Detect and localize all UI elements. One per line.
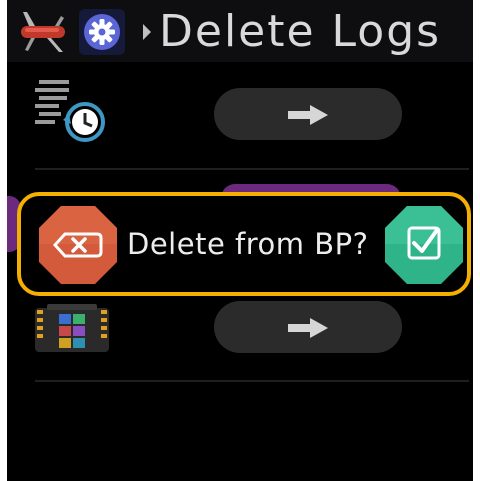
gear-icon <box>84 14 120 50</box>
cancel-button[interactable] <box>37 204 119 286</box>
dialog-prompt: Delete from BP? <box>127 227 369 261</box>
row-divider <box>35 168 469 170</box>
chevron-right-icon <box>143 24 151 40</box>
swiss-army-knife-icon <box>21 12 65 52</box>
color-grid-device-icon <box>35 304 109 352</box>
device-screen: Delete Logs Delete from BP? <box>7 0 473 481</box>
log-history-open-button[interactable] <box>214 88 402 140</box>
log-history-icon <box>35 80 105 142</box>
confirm-button[interactable] <box>383 204 465 286</box>
device-grid-open-button[interactable] <box>214 301 402 353</box>
page-title: Delete Logs <box>159 6 442 57</box>
row-divider <box>35 380 469 382</box>
settings-button[interactable] <box>79 9 125 55</box>
header-bar: Delete Logs <box>7 0 473 62</box>
arrow-right-icon <box>288 105 328 125</box>
confirm-delete-dialog: Delete from BP? <box>17 192 471 296</box>
arrow-right-icon <box>288 318 328 338</box>
